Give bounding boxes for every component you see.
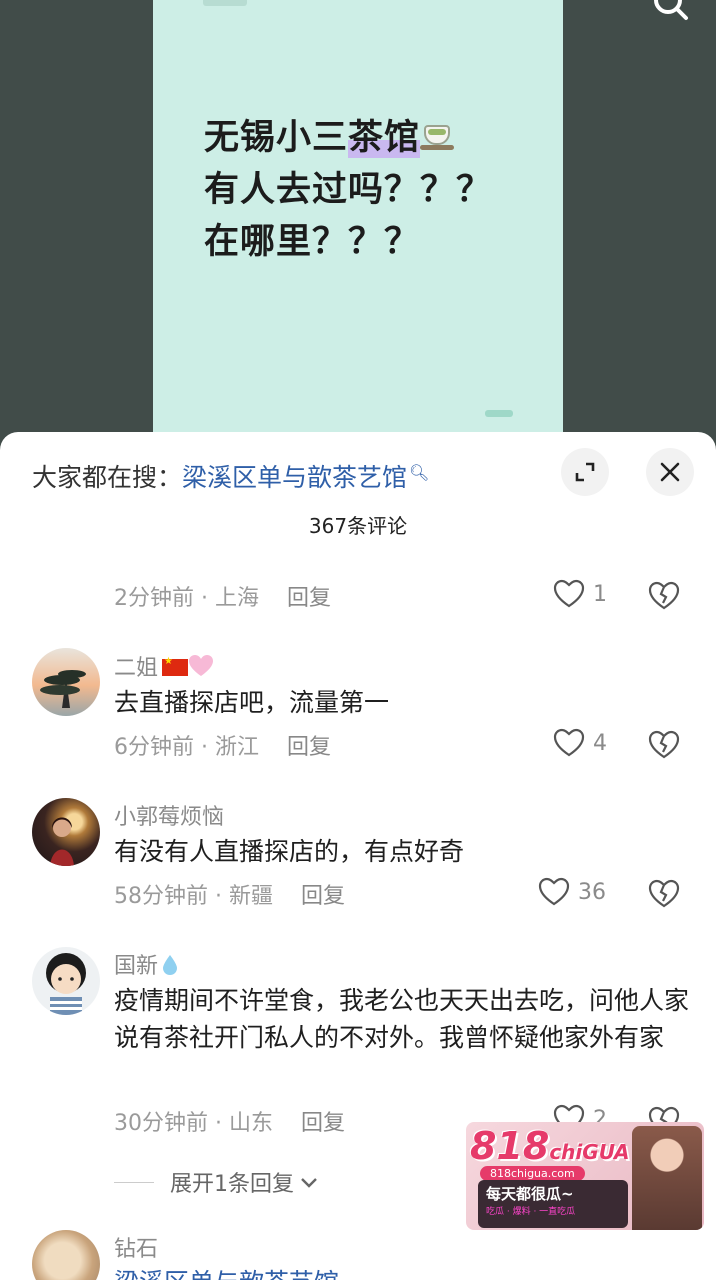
comment-time: 2分钟前 — [114, 586, 194, 611]
comment-username[interactable]: 国新 — [114, 948, 178, 980]
reply-button[interactable]: 回复 — [287, 735, 331, 760]
comment-location: 新疆 — [228, 884, 273, 909]
comment-location: 山东 — [228, 1111, 273, 1136]
heart-icon — [538, 877, 570, 906]
suggested-search-term[interactable]: 梁溪区单与歆茶艺馆 — [182, 463, 407, 492]
tea-cup-icon — [420, 121, 455, 151]
divider-line — [114, 1181, 154, 1183]
girl-lantern-image — [50, 817, 74, 866]
like-count: 1 — [593, 581, 607, 607]
comment-text: 去直播探店吧，流量第一 — [114, 688, 390, 717]
comment-username[interactable]: 二姐 — [114, 650, 214, 682]
comment-meta: 58分钟前 · 新疆 回复 — [114, 884, 346, 909]
cartoon-kid-image — [46, 953, 86, 1015]
comment-time: 6分钟前 — [114, 735, 194, 760]
ad-banner[interactable]: 818chiGUA 818chigua.com 每天都很瓜~ 吃瓜 · 爆料 ·… — [466, 1122, 704, 1230]
comment-count: 367条评论 — [308, 514, 408, 538]
like-count: 36 — [578, 879, 606, 905]
search-icon[interactable] — [650, 0, 690, 26]
expand-button[interactable] — [561, 448, 609, 496]
ad-site-url: 818chigua.com — [480, 1166, 585, 1181]
suggested-search-prefix: 大家都在搜： — [32, 463, 183, 492]
close-button[interactable] — [646, 448, 694, 496]
ad-brand-suffix: chiGUA — [549, 1140, 630, 1164]
comment-meta: 2分钟前 · 上海 回复 — [114, 586, 332, 611]
suggested-search[interactable]: 大家都在搜：梁溪区单与歆茶艺馆 🔍︎ — [32, 454, 429, 492]
avatar[interactable] — [32, 798, 100, 866]
expand-replies-button[interactable]: 展开1条回复 — [114, 1166, 320, 1198]
broken-heart-icon[interactable] — [648, 730, 680, 760]
comment-text: 有没有人直播探店的，有点好奇 — [114, 837, 465, 866]
broken-heart-icon[interactable] — [648, 581, 680, 611]
video-background[interactable]: 无锡小三茶馆 有人去过吗？？？ 在哪里？？？ — [0, 0, 716, 450]
username-text: 国新 — [114, 954, 159, 979]
china-flag-icon — [162, 656, 189, 676]
avatar[interactable] — [32, 1230, 100, 1280]
like-button[interactable]: 36 — [538, 877, 606, 907]
broken-heart-icon[interactable] — [648, 879, 680, 909]
post-line-2: 有人去过吗？？？ — [204, 170, 493, 210]
like-button[interactable]: 4 — [553, 728, 607, 758]
like-button[interactable]: 1 — [553, 579, 607, 609]
avatar[interactable] — [32, 947, 100, 1015]
post-image: 无锡小三茶馆 有人去过吗？？？ 在哪里？？？ — [153, 0, 563, 450]
post-line-3: 在哪里？？？ — [204, 222, 421, 262]
comment-time: 58分钟前 — [114, 884, 208, 909]
comment-location: 浙江 — [214, 735, 259, 760]
username-text: 二姐 — [114, 656, 159, 681]
comment-meta: 6分钟前 · 浙江 回复 — [114, 735, 332, 760]
expand-icon — [575, 462, 595, 482]
ad-slogan: 每天都很瓜~ — [486, 1185, 574, 1203]
ad-slogan-box: 每天都很瓜~ 吃瓜 · 爆料 · 一直吃瓜 — [478, 1180, 628, 1228]
avatar[interactable] — [32, 648, 100, 716]
chevron-down-icon — [301, 1178, 317, 1188]
ad-brand: 818chiGUA — [470, 1124, 630, 1168]
comment-text[interactable]: 梁溪区单与歆茶艺馆 — [114, 1264, 692, 1280]
reply-button[interactable]: 回复 — [301, 1111, 345, 1136]
post-tab-mark — [485, 410, 513, 417]
heart-icon — [553, 728, 585, 757]
post-text: 无锡小三茶馆 有人去过吗？？？ 在哪里？？？ — [204, 112, 492, 268]
small-search-icon: 🔍︎ — [409, 463, 430, 482]
comment-location: 上海 — [214, 586, 259, 611]
comment-username[interactable]: 小郭莓烦恼 — [114, 799, 224, 831]
ad-slogan-sub: 吃瓜 · 爆料 · 一直吃瓜 — [486, 1207, 576, 1217]
comment-time: 30分钟前 — [114, 1111, 208, 1136]
comment-meta: 30分钟前 · 山东 回复 — [114, 1111, 346, 1136]
close-icon — [660, 462, 680, 482]
pink-heart-icon — [189, 655, 214, 676]
post-line-1a: 无锡小三 — [204, 118, 349, 158]
like-count: 4 — [593, 730, 607, 756]
post-notch — [203, 0, 247, 6]
pine-tree-image — [40, 670, 86, 708]
comment-username[interactable]: 钻石 — [114, 1231, 158, 1263]
heart-icon — [553, 579, 585, 608]
ad-person-image — [632, 1126, 702, 1230]
water-drop-icon — [163, 955, 178, 975]
ad-brand-number: 818 — [470, 1124, 550, 1168]
comment-text: 疫情期间不许堂食，我老公也天天出去吃，问他人家说有茶社开门私人的不对外。我曾怀疑… — [114, 986, 690, 1052]
reply-button[interactable]: 回复 — [287, 586, 331, 611]
expand-replies-label: 展开1条回复 — [170, 1172, 294, 1197]
post-line-1b: 茶馆 — [348, 118, 421, 158]
reply-button[interactable]: 回复 — [301, 884, 345, 909]
